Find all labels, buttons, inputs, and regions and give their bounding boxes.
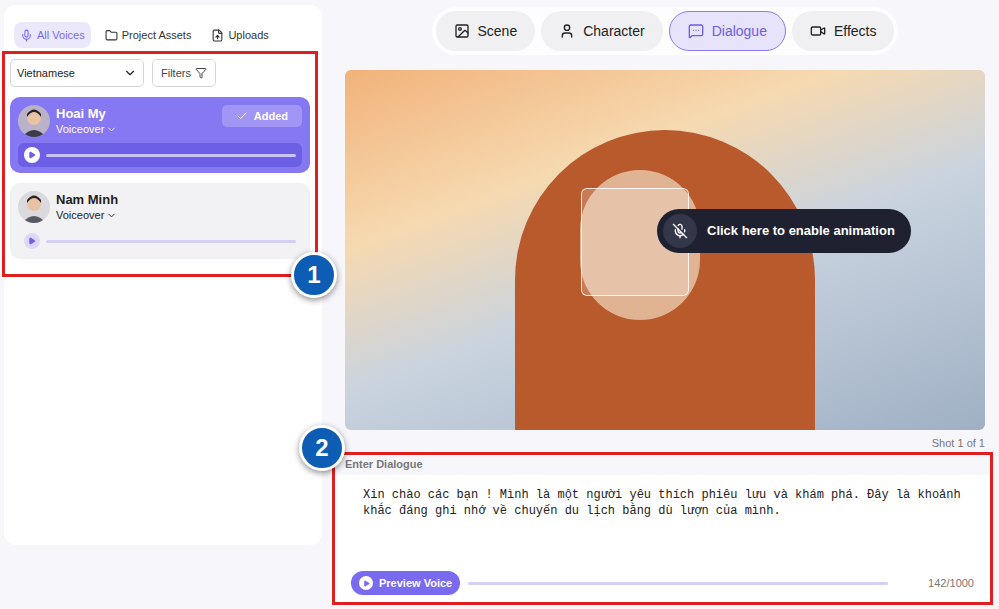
voice-card[interactable]: Hoai MyVoiceover Added [10, 97, 310, 173]
play-icon [363, 580, 370, 587]
annotation-badge: 2 [299, 425, 345, 471]
sidebar-tab[interactable]: Project Assets [99, 22, 198, 48]
app: All Voices Project Assets Uploads Vietnames… [0, 0, 999, 609]
voice-info: Nam MinhVoiceover [56, 192, 302, 222]
tab-icon [105, 29, 118, 42]
top-tab[interactable]: Character [541, 11, 662, 51]
check-icon [236, 110, 248, 122]
voice-info: Hoai MyVoiceover [56, 106, 216, 136]
right-column: SceneCharacterDialogueEffects Click here … [325, 0, 999, 609]
mic-off-icon [672, 223, 688, 239]
play-button[interactable] [24, 233, 40, 249]
top-tab[interactable]: Effects [792, 11, 895, 51]
added-button[interactable]: Added [222, 105, 302, 127]
player-track[interactable] [46, 154, 296, 157]
voice-card[interactable]: Nam MinhVoiceover [10, 183, 310, 259]
preview-voice-button[interactable]: Preview Voice [351, 571, 460, 595]
top-tab[interactable]: Scene [436, 11, 536, 51]
voice-panel: All Voices Project Assets Uploads Vietnames… [4, 5, 322, 545]
voice-header: Nam MinhVoiceover [18, 191, 302, 223]
sidebar-tab[interactable]: Uploads [205, 22, 274, 48]
filter-row: Vietnamese Filters [10, 59, 310, 87]
voice-track[interactable] [468, 582, 888, 585]
tab-icon [559, 23, 575, 39]
voice-list-highlight: VietnameseFiltersHoai MyVoiceoverAddedNa… [2, 51, 318, 277]
play-button[interactable] [24, 147, 40, 163]
filter-icon [195, 67, 207, 79]
player-track[interactable] [46, 240, 296, 243]
top-tab[interactable]: Dialogue [669, 11, 786, 51]
voice-header: Hoai MyVoiceover Added [18, 105, 302, 137]
voice-name: Hoai My [56, 106, 216, 122]
top-tabs-row: SceneCharacterDialogueEffects [345, 0, 999, 60]
tab-icon [20, 29, 33, 42]
chevron-down-icon [123, 66, 137, 80]
avatar-icon [18, 105, 50, 137]
voice-type[interactable]: Voiceover [56, 208, 302, 222]
avatar-icon [18, 191, 50, 223]
shot-counter: Shot 1 of 1 [345, 434, 985, 452]
character-counter: 142/1000 [928, 575, 974, 592]
sidebar-tab[interactable]: All Voices [14, 22, 91, 48]
play-icon [28, 237, 36, 245]
dialogue-label: Enter Dialogue [335, 455, 990, 475]
tab-icon [454, 23, 470, 39]
dialogue-input[interactable]: Xin chào các bạn ! Mình là một người yêu… [335, 475, 990, 570]
dialogue-footer: Preview Voice 142/1000 [335, 570, 990, 602]
voice-player [18, 143, 302, 167]
sidebar-tabs: All Voices Project Assets Uploads [4, 5, 322, 51]
language-select[interactable]: Vietnamese [10, 59, 144, 87]
voice-type[interactable]: Voiceover [56, 122, 216, 136]
play-icon [28, 151, 36, 159]
voice-player [18, 229, 302, 253]
voice-name: Nam Minh [56, 192, 302, 208]
dialogue-highlight: Enter DialogueXin chào các bạn ! Mình là… [332, 452, 993, 605]
play-circle [359, 576, 373, 590]
left-column: All Voices Project Assets Uploads Vietnames… [0, 0, 325, 609]
mic-off-button [663, 214, 697, 248]
filters-button[interactable]: Filters [152, 59, 216, 87]
preview-image: Click here to enable animation [345, 70, 985, 430]
chevron-down-icon [106, 124, 117, 135]
chevron-down-icon [106, 210, 117, 221]
annotation-badge: 1 [291, 252, 337, 298]
tab-icon [810, 23, 826, 39]
top-tabs: SceneCharacterDialogueEffects [432, 7, 899, 55]
enable-animation-tooltip[interactable]: Click here to enable animation [657, 209, 911, 253]
tab-icon [211, 29, 224, 42]
tab-icon [688, 23, 704, 39]
